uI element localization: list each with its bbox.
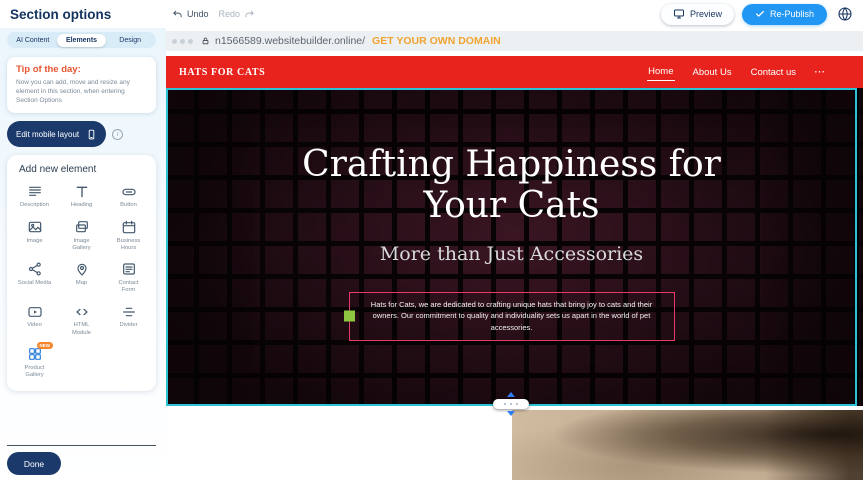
- site-url: n1566589.websitebuilder.online/: [215, 35, 365, 47]
- redo-icon: [244, 9, 255, 20]
- resize-up-arrow-icon: [507, 392, 515, 397]
- element-drag-handle[interactable]: [344, 311, 355, 322]
- nav-item-contact[interactable]: Contact us: [750, 64, 797, 81]
- info-icon[interactable]: i: [112, 129, 123, 140]
- sidebar: AI Content Elements Design Tip of the da…: [0, 28, 166, 480]
- preview-label: Preview: [690, 9, 722, 19]
- product-gallery-icon: NEW: [27, 346, 43, 363]
- site-logo[interactable]: HATS FOR CATS: [179, 67, 265, 78]
- resize-down-arrow-icon: [507, 411, 515, 416]
- image-icon: [27, 219, 43, 236]
- edit-mobile-label: Edit mobile layout: [16, 130, 79, 139]
- add-new-element-panel: Add new element Description Heading: [7, 155, 156, 391]
- heading-icon: [74, 183, 90, 200]
- element-contact-form[interactable]: Contact Form: [105, 261, 152, 294]
- tip-of-the-day-card: Tip of the day: Now you can add, move an…: [7, 57, 156, 113]
- topbar: Section options Undo Redo Preview: [0, 0, 863, 28]
- page-title: Section options: [10, 7, 111, 22]
- tip-title: Tip of the day:: [16, 64, 147, 75]
- social-media-icon: [27, 261, 43, 278]
- element-button[interactable]: Button: [105, 183, 152, 209]
- element-product-gallery[interactable]: NEW Product Gallery: [11, 346, 58, 379]
- hero-paragraph-element[interactable]: Hats for Cats, we are dedicated to craft…: [349, 292, 675, 341]
- image-gallery-icon: [74, 219, 90, 236]
- section-resize-handle[interactable]: [493, 392, 529, 416]
- undo-button[interactable]: Undo: [172, 9, 209, 20]
- redo-label: Redo: [219, 9, 241, 19]
- site-header: HATS FOR CATS Home About Us Contact us ⋯: [166, 56, 863, 88]
- tab-elements[interactable]: Elements: [57, 34, 106, 47]
- html-module-icon: [74, 303, 90, 320]
- globe-icon[interactable]: [837, 6, 853, 22]
- site-preview: n1566589.websitebuilder.online/ GET YOUR…: [166, 28, 863, 480]
- get-domain-link[interactable]: GET YOUR OWN DOMAIN: [372, 35, 501, 47]
- video-icon: [27, 303, 43, 320]
- contact-form-icon: [121, 261, 137, 278]
- element-social-media[interactable]: Social Media: [11, 261, 58, 294]
- map-icon: [74, 261, 90, 278]
- element-divider[interactable]: Divider: [105, 303, 152, 336]
- divider-icon: [121, 303, 137, 320]
- sidebar-tabbar: AI Content Elements Design: [7, 32, 156, 48]
- element-image[interactable]: Image: [11, 219, 58, 252]
- resize-grip: [493, 399, 529, 409]
- sidebar-divider: [7, 445, 156, 446]
- tab-ai-content[interactable]: AI Content: [9, 34, 58, 47]
- element-image-gallery[interactable]: Image Gallery: [58, 219, 105, 252]
- undo-redo-group: Undo Redo: [172, 0, 255, 28]
- element-map[interactable]: Map: [58, 261, 105, 294]
- browser-address-bar: n1566589.websitebuilder.online/ GET YOUR…: [166, 31, 863, 51]
- element-html-module[interactable]: HTML Module: [58, 303, 105, 336]
- hero-heading[interactable]: Crafting Happiness for Your Cats: [287, 144, 737, 227]
- lock-icon: [201, 36, 210, 46]
- republish-button[interactable]: Re-Publish: [742, 4, 827, 25]
- tab-design[interactable]: Design: [106, 34, 155, 47]
- republish-label: Re-Publish: [770, 9, 814, 19]
- tip-body: Now you can add, move and resize any ele…: [16, 78, 147, 105]
- browser-dots-icon: [172, 39, 193, 44]
- next-section-image[interactable]: [512, 410, 863, 480]
- nav-item-about[interactable]: About Us: [692, 64, 733, 81]
- site-nav: Home About Us Contact us ⋯: [647, 63, 825, 81]
- undo-label: Undo: [187, 9, 209, 19]
- hero-subheading[interactable]: More than Just Accessories: [380, 243, 643, 265]
- undo-icon: [172, 9, 183, 20]
- add-panel-title: Add new element: [19, 164, 152, 175]
- edit-mobile-row: Edit mobile layout i: [7, 121, 156, 147]
- description-icon: [27, 183, 43, 200]
- mobile-phone-icon: [86, 128, 97, 141]
- hero-paragraph-text: Hats for Cats, we are dedicated to craft…: [371, 300, 652, 332]
- element-heading[interactable]: Heading: [58, 183, 105, 209]
- button-icon: [121, 183, 137, 200]
- topbar-actions: Preview Re-Publish: [661, 4, 853, 25]
- monitor-icon: [673, 8, 685, 20]
- done-button[interactable]: Done: [7, 452, 61, 475]
- app-root: Section options Undo Redo Preview: [0, 0, 863, 480]
- element-grid: Description Heading Button: [11, 183, 152, 379]
- new-badge: NEW: [37, 342, 53, 349]
- redo-button[interactable]: Redo: [219, 9, 256, 20]
- element-business-hours[interactable]: Business Hours: [105, 219, 152, 252]
- business-hours-icon: [121, 219, 137, 236]
- edit-mobile-layout-button[interactable]: Edit mobile layout: [7, 121, 106, 147]
- preview-button[interactable]: Preview: [661, 4, 734, 25]
- element-video[interactable]: Video: [11, 303, 58, 336]
- check-icon: [755, 9, 765, 19]
- element-description[interactable]: Description: [11, 183, 58, 209]
- nav-item-home[interactable]: Home: [647, 63, 674, 81]
